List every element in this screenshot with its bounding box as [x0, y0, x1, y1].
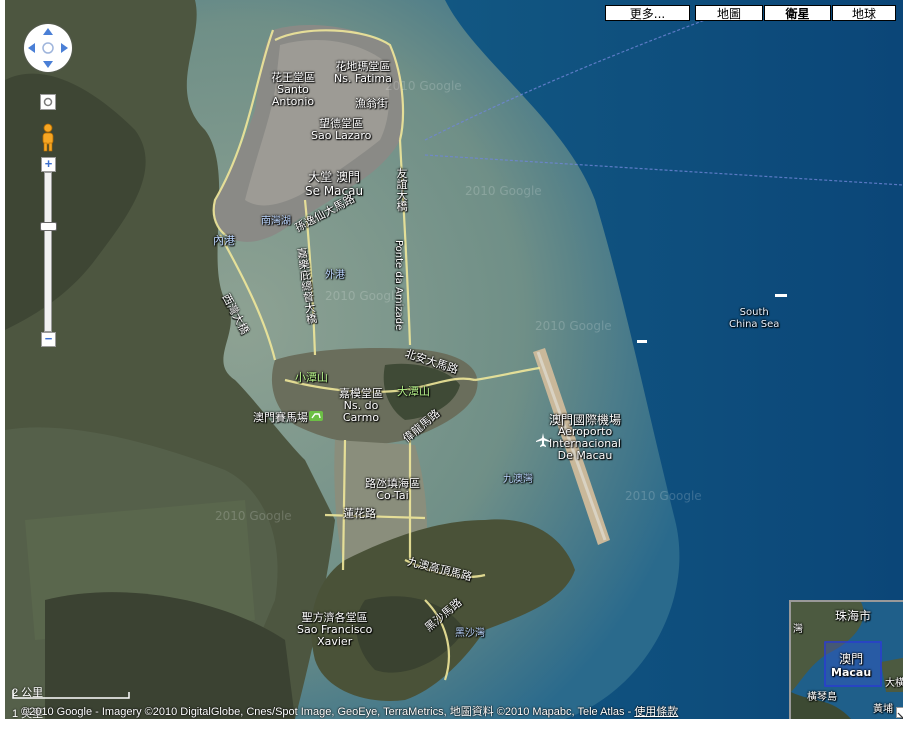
- page-edge: [903, 0, 908, 729]
- copyright: ©2010 Google - Imagery ©2010 DigitalGlob…: [21, 703, 678, 719]
- pan-control-icon: [28, 28, 68, 68]
- svg-text:2010 Google: 2010 Google: [625, 489, 702, 503]
- label-fishermans-street: 漁翁街: [355, 97, 388, 110]
- label-hac-sa-bay: 黑沙灣: [455, 628, 485, 639]
- svg-text:2010 Google: 2010 Google: [385, 79, 462, 93]
- label-santo-antonio: 花王堂區 Santo Antonio: [271, 71, 315, 108]
- svg-text:2010 Google: 2010 Google: [465, 184, 542, 198]
- overview-zhuhai: 珠海市: [835, 609, 872, 623]
- circle-icon: [43, 97, 53, 107]
- pan-left-icon: [28, 43, 35, 53]
- svg-text:2010 Google: 2010 Google: [535, 319, 612, 333]
- label-siu-tam-mountain: 小潭山: [295, 371, 328, 384]
- label-sao-lazaro: 望德堂區 Sao Lazaro: [311, 117, 372, 142]
- label-airport: 澳門國際機場 Aeroporto Internacional De Macau: [549, 413, 622, 462]
- label-outer-harbour: 外港: [325, 270, 345, 281]
- raceway-horse-icon: [309, 411, 323, 421]
- label-se-macau: 大堂 澳門 Se Macau: [305, 170, 364, 198]
- reset-view-button[interactable]: [40, 94, 56, 110]
- label-macau-raceway: 澳門賽馬場: [253, 411, 308, 424]
- scale-line: [12, 690, 130, 699]
- label-tai-tam-mountain: 大潭山: [397, 385, 430, 398]
- label-nam-van-lake: 南灣湖: [261, 216, 291, 227]
- copyright-text: ©2010 Google - Imagery ©2010 DigitalGlob…: [21, 706, 635, 718]
- zoom-slider-track[interactable]: [44, 172, 52, 332]
- terms-link[interactable]: 使用條款: [634, 706, 678, 718]
- overview-toggle-button[interactable]: [896, 707, 903, 719]
- label-lotus-road: 蓮花路: [343, 507, 376, 520]
- zoom-out-button[interactable]: −: [41, 332, 56, 347]
- svg-text:2010 Google: 2010 Google: [325, 289, 402, 303]
- pan-control[interactable]: [24, 24, 72, 72]
- label-friendship-bridge: 友誼大橋: [396, 167, 408, 213]
- airplane-icon: [536, 433, 550, 447]
- more-button[interactable]: 更多...: [605, 5, 690, 21]
- overview-hengqin: 橫琴島: [807, 692, 837, 703]
- map-type-satellite-button[interactable]: 衛星: [764, 5, 831, 21]
- overview-wan: 灣: [793, 624, 803, 635]
- label-cotai: 路氹填海區 Co-Tai: [365, 477, 420, 502]
- pan-down-icon: [43, 61, 53, 68]
- label-ponte-amizade: Ponte da Amizade: [393, 240, 404, 331]
- overview-huangpu: 黃埔: [873, 704, 893, 715]
- pan-right-icon: [61, 43, 68, 53]
- overview-map[interactable]: 珠海市 灣 澳門 Macau 橫琴島 大橫 黃埔: [789, 600, 903, 719]
- svg-text:2010 Google: 2010 Google: [215, 509, 292, 523]
- map-type-map-button[interactable]: 地圖: [695, 5, 763, 21]
- label-south-china-sea: South China Sea: [729, 307, 780, 330]
- overview-dahuang: 大橫: [885, 678, 903, 689]
- label-inner-harbour: 內港: [213, 234, 235, 247]
- zoom-slider-thumb[interactable]: [40, 222, 57, 231]
- label-kau-ou-bay: 九澳灣: [503, 474, 533, 485]
- pegman-icon[interactable]: [39, 123, 57, 153]
- satellite-map[interactable]: 2010 Google 2010 Google 2010 Google 2010…: [5, 0, 903, 719]
- zoom-in-button[interactable]: +: [41, 157, 56, 172]
- pan-up-icon: [43, 28, 53, 35]
- map-type-terrain-button[interactable]: 地球: [832, 5, 896, 21]
- label-sao-francisco-xavier: 聖方濟各堂區 Sao Francisco Xavier: [297, 611, 373, 648]
- overview-macau: 澳門 Macau: [831, 652, 872, 679]
- label-ns-fatima: 花地瑪堂區 Ns. Fatima: [334, 60, 392, 85]
- label-ns-carmo: 嘉模堂區 Ns. do Carmo: [339, 387, 383, 424]
